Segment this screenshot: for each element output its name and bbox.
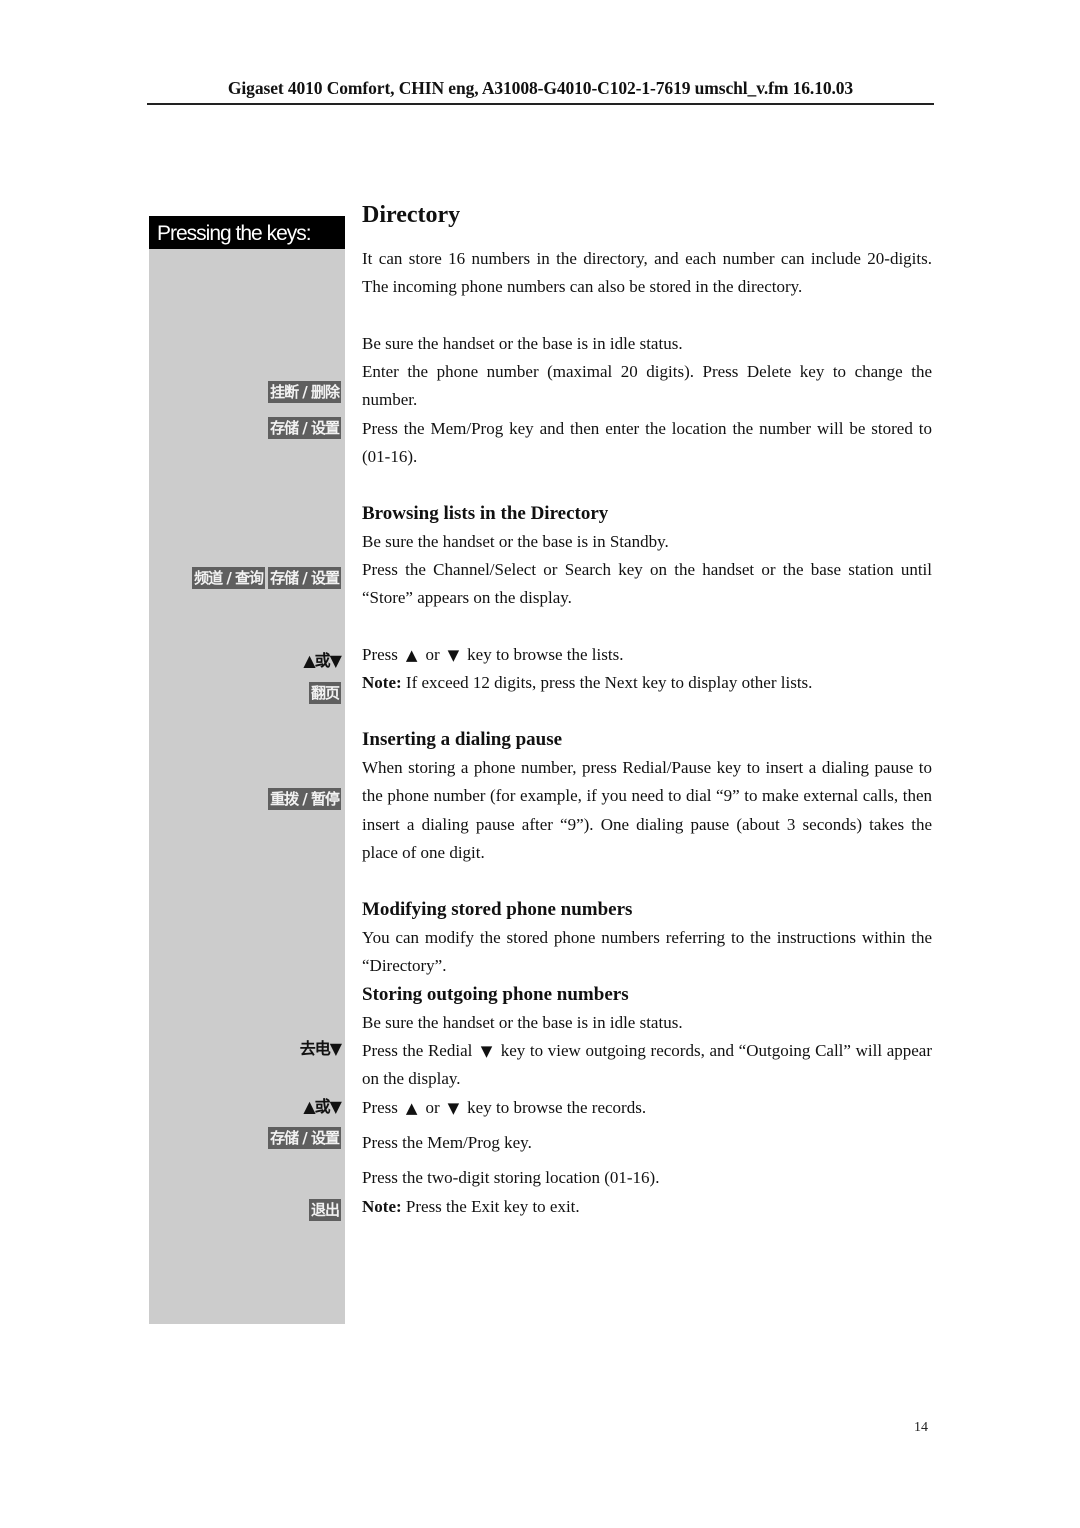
browsing-or-text: or — [425, 645, 440, 664]
intro-idle-paragraph: Be sure the handset or the base is in id… — [362, 334, 683, 353]
keys-sidebar: Pressing the keys: 挂断 / 删除 存储 / 设置 频道 / … — [149, 216, 345, 1324]
page-turn-keycap: 翻页 — [308, 682, 341, 704]
redial-pause-keycap: 重拨 / 暂停 — [268, 788, 341, 810]
outgoing-location-paragraph: Press the two-digit storing location (01… — [362, 1168, 660, 1187]
note-text: Press the Exit key to exit. — [401, 1197, 580, 1216]
note-label: Note: — [362, 1197, 402, 1216]
browsing-channel-paragraph: Press the Channel/Select or Search key o… — [362, 560, 932, 608]
intro-memprog-paragraph: Press the Mem/Prog key and then enter th… — [362, 419, 932, 467]
store-set-keycap: 存储 / 设置 — [268, 1127, 341, 1149]
browsing-key-text: key to browse the lists. — [467, 645, 624, 664]
redial-pause-key: 重拨 / 暂停 — [268, 788, 341, 810]
section-heading-browsing: Browsing lists in the Directory — [362, 503, 609, 524]
intro-enter-paragraph: Enter the phone number (maximal 20 digit… — [362, 362, 932, 410]
outgoing-memprog-paragraph: Press the Mem/Prog key. — [362, 1133, 532, 1152]
section-heading-modifying: Modifying stored phone numbers — [362, 899, 633, 920]
exit-key: 退出 — [308, 1199, 341, 1221]
note-label: Note: — [362, 673, 402, 692]
down-arrow-icon: ▼ — [480, 1042, 493, 1060]
outgoing-note: Note: Press the Exit key to exit. — [362, 1193, 932, 1221]
note-text: If exceed 12 digits, press the Next key … — [401, 673, 813, 692]
up-or-down-key: ▲或▼ — [303, 1093, 342, 1117]
channel-search-store-keys: 频道 / 查询 存储 / 设置 — [192, 567, 341, 589]
outgoing-press-text: Press the Redial — [362, 1041, 473, 1060]
pause-paragraph: When storing a phone number, press Redia… — [362, 758, 932, 862]
outgoing-browse-text: key to browse the records. — [467, 1098, 647, 1117]
hangup-delete-keycap: 挂断 / 删除 — [268, 381, 341, 403]
page-title: Directory — [362, 202, 461, 228]
exit-keycap: 退出 — [308, 1199, 341, 1221]
store-set-keycap: 存储 / 设置 — [268, 567, 341, 589]
sidebar-title: Pressing the keys: — [149, 216, 345, 249]
store-set-key: 存储 / 设置 — [268, 1127, 341, 1149]
browsing-note: Note: If exceed 12 digits, press the Nex… — [362, 669, 932, 697]
intro-paragraph: It can store 16 numbers in the directory… — [362, 249, 932, 297]
browsing-standby-paragraph: Be sure the handset or the base is in St… — [362, 532, 669, 551]
outgoing-arrows-paragraph: Press ▲ or ▼ key to browse the records. — [362, 1094, 932, 1122]
down-arrow-icon: ▼ — [447, 646, 460, 664]
page-number: 14 — [914, 1420, 928, 1435]
up-or-down-key: ▲或▼ — [303, 647, 342, 671]
store-set-key: 存储 / 设置 — [268, 417, 341, 439]
outgoing-idle-paragraph: Be sure the handset or the base is in id… — [362, 1013, 683, 1032]
section-heading-pause: Inserting a dialing pause — [362, 729, 563, 750]
browsing-arrows-paragraph: Press ▲ or ▼ key to browse the lists. — [362, 641, 932, 669]
section-heading-outgoing: Storing outgoing phone numbers — [362, 984, 629, 1005]
up-down-arrows-icon: ▲或▼ — [303, 1097, 342, 1116]
up-down-arrows-icon: ▲或▼ — [303, 651, 342, 670]
outgoing-press-text: Press — [362, 1098, 398, 1117]
modifying-paragraph: You can modify the stored phone numbers … — [362, 928, 932, 976]
outgoing-or-text: or — [425, 1098, 440, 1117]
hangup-delete-key: 挂断 / 删除 — [268, 381, 341, 403]
outgoing-down-key: 去电▼ — [299, 1035, 342, 1059]
up-arrow-icon: ▲ — [405, 1099, 418, 1117]
outgoing-down-icon: 去电▼ — [299, 1039, 342, 1058]
outgoing-redial-paragraph: Press the Redial ▼ key to view outgoing re… — [362, 1037, 932, 1094]
channel-search-keycap: 频道 / 查询 — [192, 567, 266, 589]
store-set-keycap: 存储 / 设置 — [268, 417, 341, 439]
page-turn-key: 翻页 — [308, 682, 341, 704]
up-arrow-icon: ▲ — [405, 646, 418, 664]
document-header: Gigaset 4010 Comfort, CHIN eng, A31008-G… — [147, 78, 934, 105]
browsing-press-text: Press — [362, 645, 398, 664]
down-arrow-icon: ▼ — [447, 1099, 460, 1117]
